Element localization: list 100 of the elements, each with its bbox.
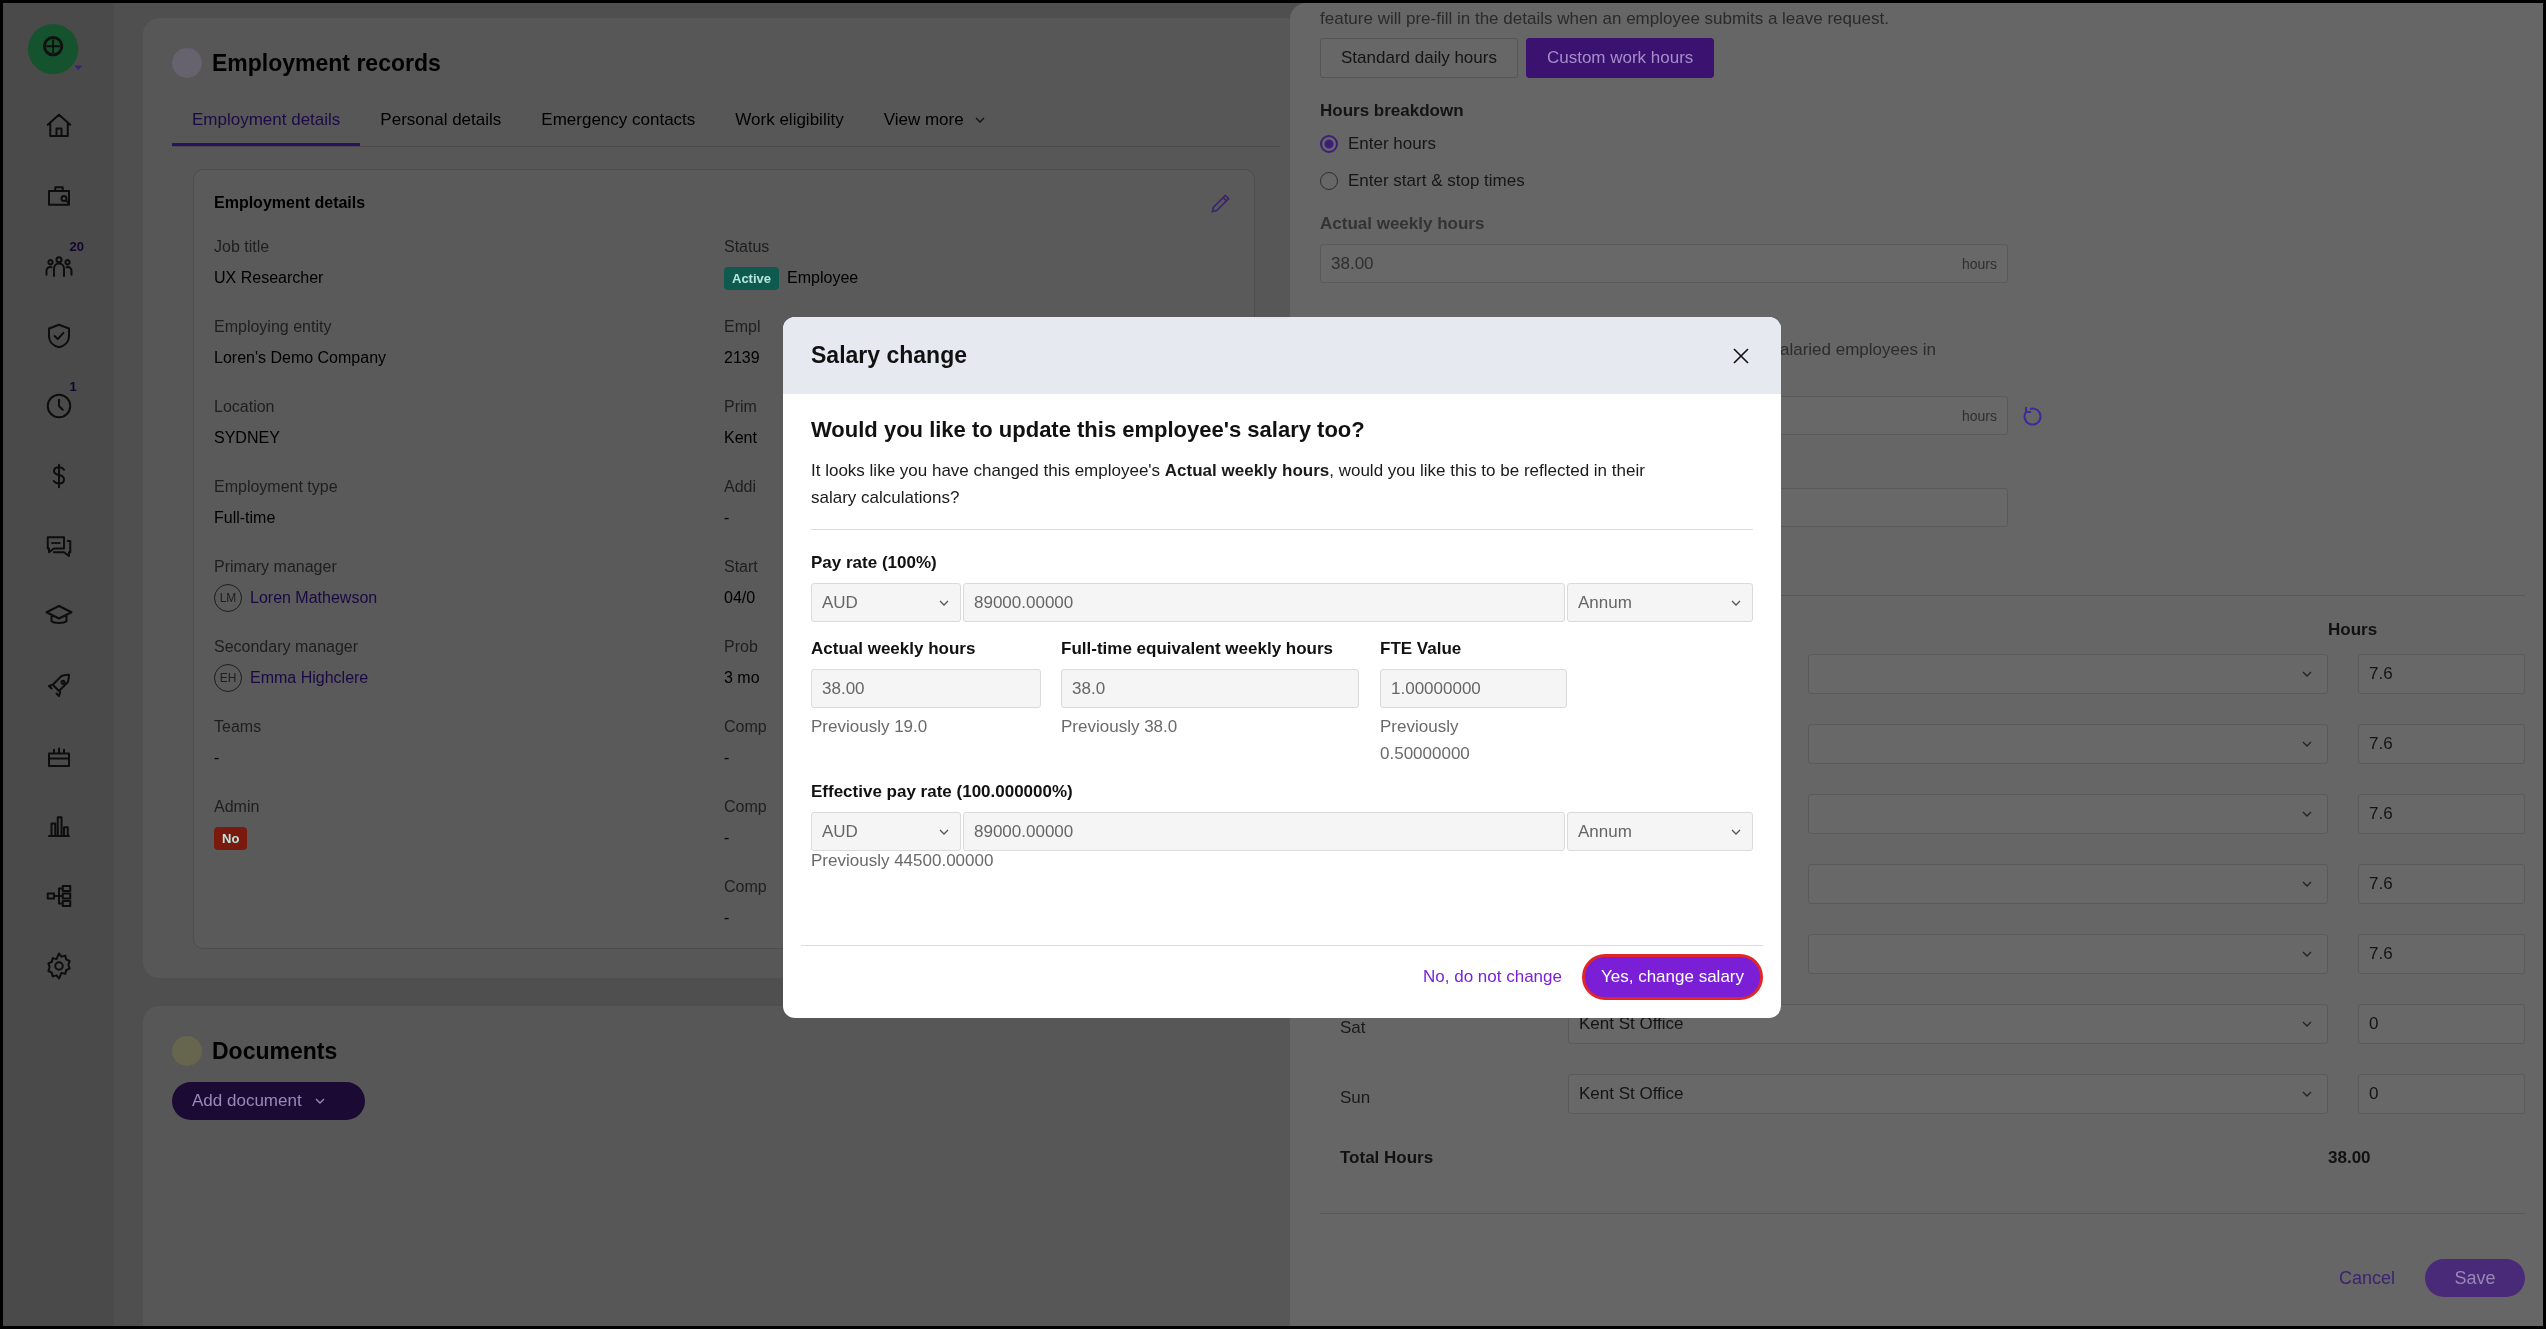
field-label: Actual weekly hours bbox=[811, 638, 977, 660]
hours-input[interactable]: 7.6 bbox=[2358, 934, 2525, 974]
caret-icon bbox=[2301, 950, 2313, 958]
caret-icon bbox=[2301, 1020, 2313, 1028]
hours-input[interactable]: 0 bbox=[2358, 1074, 2525, 1114]
field-label: Teams bbox=[214, 718, 262, 736]
input-field[interactable] bbox=[1778, 488, 2008, 527]
day-label: Sun bbox=[1340, 1088, 1371, 1107]
field-value: Full-time bbox=[214, 509, 276, 527]
caret-icon bbox=[973, 116, 986, 124]
total-label: Total Hours bbox=[1340, 1148, 1435, 1168]
field-label: Status bbox=[724, 238, 770, 256]
field-label: FTE Value bbox=[1380, 638, 1463, 660]
caret-icon bbox=[938, 827, 950, 836]
field-label: Primary manager bbox=[214, 558, 337, 576]
input-field[interactable]: 38.0 bbox=[1061, 669, 1359, 708]
toggle-button[interactable]: Standard daily hours bbox=[1320, 38, 1518, 78]
amount-field[interactable]: 89000.00000 bbox=[963, 812, 1565, 851]
dialog-question: Would you like to update this employee's salary too? bbox=[811, 416, 1366, 444]
previous-value: Previously 38.0 bbox=[1061, 716, 1179, 738]
field-value: - bbox=[724, 909, 730, 927]
field-label: Employment type bbox=[214, 478, 338, 496]
tab[interactable]: Emergency contacts bbox=[521, 98, 716, 146]
location-dropdown[interactable] bbox=[1808, 864, 2328, 904]
add-document-button[interactable]: Add document bbox=[172, 1082, 365, 1120]
field-label: Addi bbox=[724, 478, 757, 496]
field-value: 3 mo bbox=[724, 669, 760, 687]
field-label: Prob bbox=[724, 638, 758, 656]
confirm-button[interactable]: Yes, change salary bbox=[1581, 954, 1763, 1000]
field-label: Effective pay rate (100.000000%) bbox=[811, 781, 1074, 803]
caret-icon bbox=[2301, 1090, 2313, 1098]
location-dropdown[interactable] bbox=[1808, 654, 2328, 694]
field-value: - bbox=[724, 749, 730, 767]
field-label: Comp bbox=[724, 798, 767, 816]
hours-input[interactable]: 0 bbox=[2358, 1004, 2525, 1044]
dialog-title: Salary change bbox=[811, 342, 967, 369]
field-value: - bbox=[724, 829, 730, 847]
caret-icon bbox=[1730, 598, 1742, 607]
field-value: 04/0 bbox=[724, 589, 756, 607]
currency-select[interactable]: AUD bbox=[811, 812, 961, 851]
badge-count: 1 bbox=[69, 379, 77, 394]
caret-icon bbox=[2301, 740, 2313, 748]
previous-value: Previously 0.50000000 bbox=[1380, 716, 1471, 765]
amount-field[interactable]: 89000.00000 bbox=[963, 583, 1565, 622]
radio-button[interactable] bbox=[1320, 135, 1338, 153]
decline-link[interactable]: No, do not change bbox=[1423, 967, 1562, 987]
hours-field[interactable]: hours bbox=[1778, 396, 2008, 435]
field-label: Location bbox=[214, 398, 275, 416]
help-text: feature will pre-fill in the details when an employee submits a leave request. bbox=[1320, 8, 1890, 30]
hours-input[interactable]: 7.6 bbox=[2358, 794, 2525, 834]
field-label: Comp bbox=[724, 878, 767, 896]
page-title: Employment records bbox=[212, 49, 441, 77]
tab[interactable]: Employment details bbox=[172, 98, 361, 146]
close-icon[interactable] bbox=[1731, 345, 1751, 366]
dialog-message: It looks like you have changed this employee's Actual weekly hours, would you like this to be reflected in their salary calculations? bbox=[811, 460, 1646, 509]
field-value: Employee bbox=[787, 269, 859, 287]
location-dropdown[interactable]: Kent St Office bbox=[1568, 1074, 2328, 1114]
caret-icon bbox=[2301, 880, 2313, 888]
tab[interactable]: Personal details bbox=[360, 98, 522, 146]
field-value: SYDNEY bbox=[214, 429, 280, 447]
field-label: Secondary manager bbox=[214, 638, 359, 656]
field-label: Employing entity bbox=[214, 318, 332, 336]
badge-count: 20 bbox=[69, 239, 84, 254]
person-link[interactable]: Loren Mathewson bbox=[250, 589, 378, 607]
cancel-link[interactable]: Cancel bbox=[2338, 1267, 2395, 1289]
help-text: alaried employees in bbox=[1780, 339, 1937, 361]
hours-input[interactable]: 7.6 bbox=[2358, 654, 2525, 694]
caret-icon bbox=[1730, 827, 1742, 836]
currency-select[interactable]: AUD bbox=[811, 583, 961, 622]
field-value: - bbox=[724, 509, 730, 527]
hours-input[interactable]: 7.6 bbox=[2358, 724, 2525, 764]
field-value: Kent bbox=[724, 429, 757, 447]
previous-value: Previously 44500.00000 bbox=[811, 850, 995, 872]
tab[interactable]: Work eligibility bbox=[715, 98, 864, 146]
status-badge: No bbox=[214, 826, 248, 850]
field-label: Empl bbox=[724, 318, 761, 336]
caret-icon bbox=[938, 598, 950, 607]
location-dropdown[interactable] bbox=[1808, 934, 2328, 974]
person-link[interactable]: Emma Highclere bbox=[250, 669, 369, 687]
input-field[interactable]: 38.00 bbox=[811, 669, 1041, 708]
hours-input[interactable]: 7.6 bbox=[2358, 864, 2525, 904]
field-label: Comp bbox=[724, 718, 767, 736]
tab[interactable]: View more bbox=[863, 98, 1006, 146]
status-badge: Active bbox=[724, 266, 780, 290]
input-field[interactable]: 1.00000000 bbox=[1380, 669, 1567, 708]
toggle-button[interactable]: Custom work hours bbox=[1525, 38, 1715, 78]
location-dropdown[interactable] bbox=[1808, 794, 2328, 834]
location-dropdown[interactable] bbox=[1808, 724, 2328, 764]
field-value: 2139 bbox=[724, 349, 760, 367]
section-title: Employment details bbox=[214, 194, 366, 212]
radio-label: Enter start & stop times bbox=[1348, 171, 1525, 191]
period-select[interactable]: Annum bbox=[1567, 583, 1753, 622]
field-value: Loren's Demo Company bbox=[214, 349, 387, 367]
field-value: UX Researcher bbox=[214, 269, 324, 287]
save-button[interactable]: Save bbox=[2425, 1259, 2525, 1297]
radio-button[interactable] bbox=[1320, 172, 1338, 190]
column-header: Hours bbox=[2328, 620, 2379, 640]
hours-field[interactable]: 38.00 hours bbox=[1320, 244, 2008, 283]
caret-icon bbox=[2301, 670, 2313, 678]
period-select[interactable]: Annum bbox=[1567, 812, 1753, 851]
